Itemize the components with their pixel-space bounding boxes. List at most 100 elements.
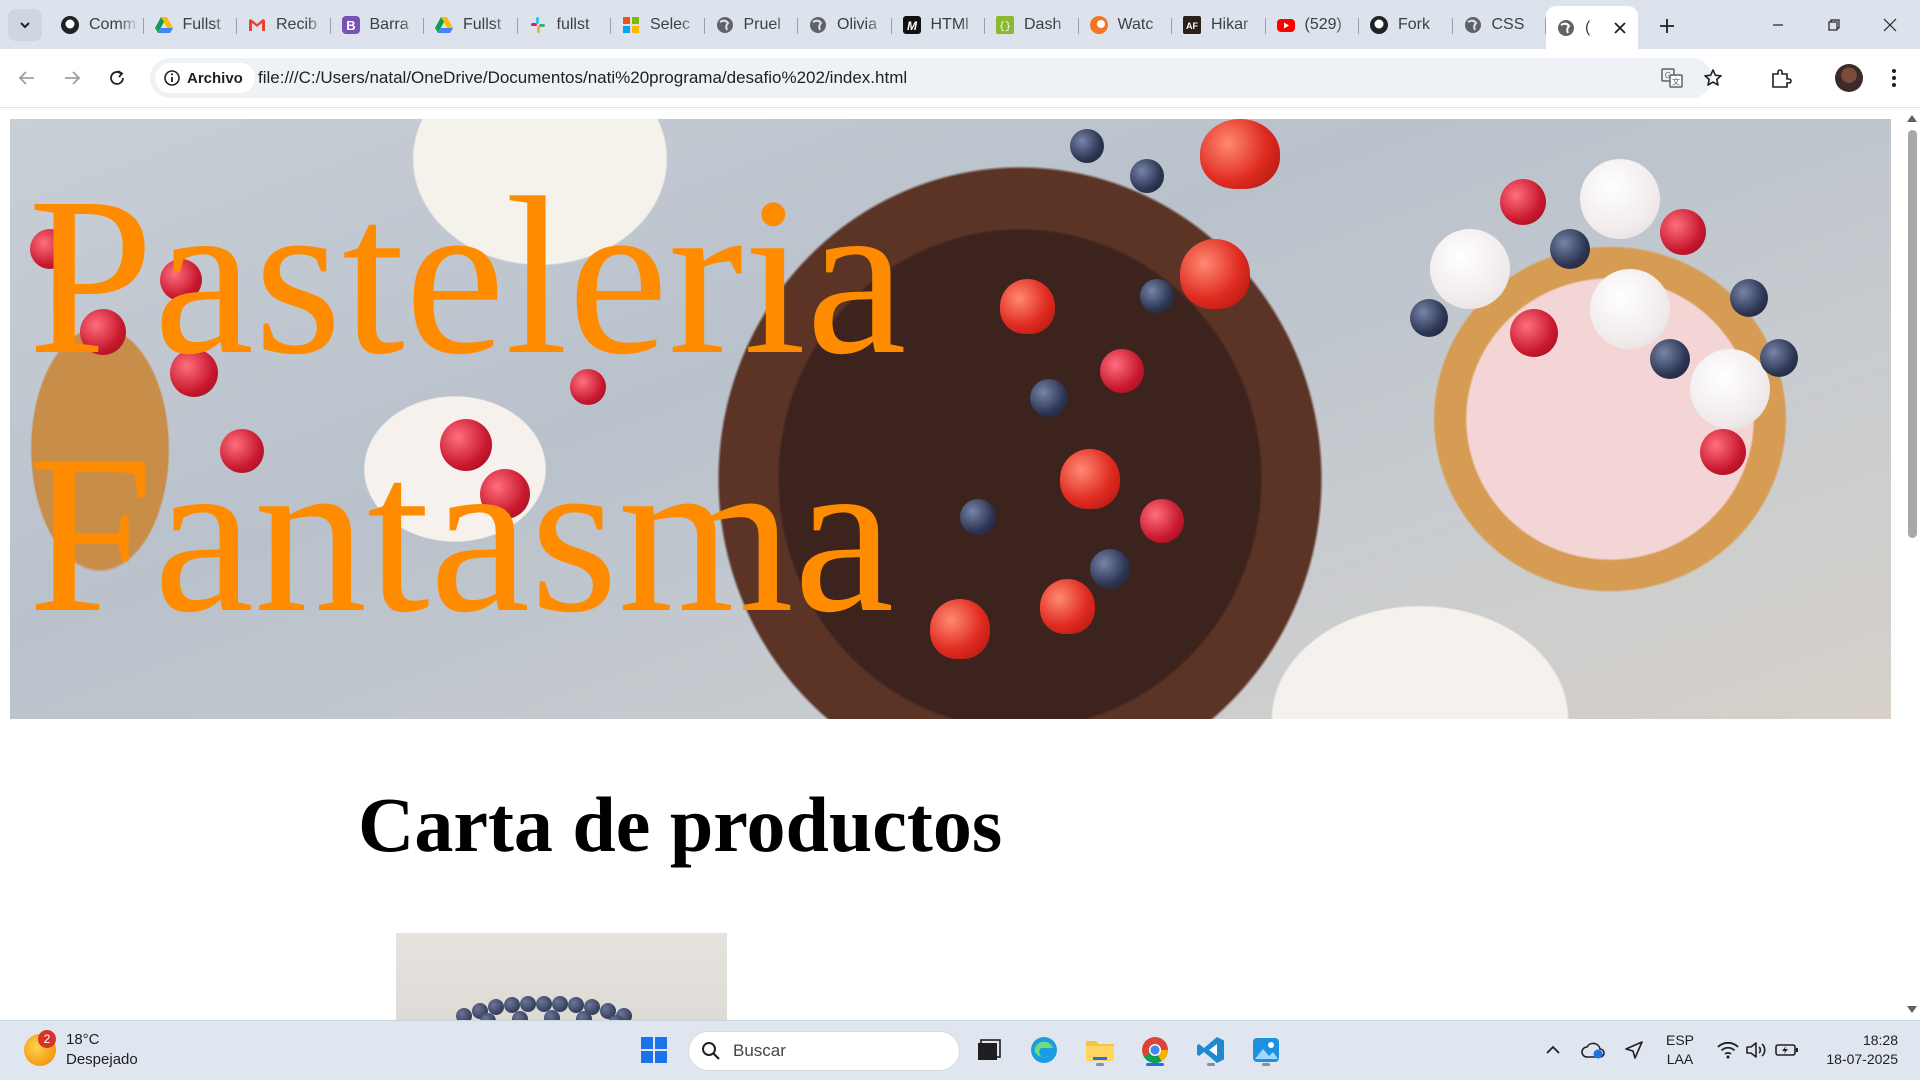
github-icon [1369,15,1389,35]
tab-title: Hikar [1211,16,1249,33]
crunchyroll-icon [1089,15,1109,35]
url-text[interactable]: file:///C:/Users/natal/OneDrive/Document… [258,68,907,88]
taskbar-app-photos[interactable] [1248,1032,1284,1068]
location-tray-button[interactable] [1622,1035,1646,1065]
tab-title: Watc [1117,16,1154,33]
svg-text:M: M [907,19,918,33]
bookmark-button[interactable] [1699,64,1727,92]
blueberry-decoration [1730,279,1768,317]
tab-16-active[interactable]: ( [1546,6,1638,49]
tab-0[interactable]: Comm [50,6,144,44]
cloud-icon [1581,1042,1605,1059]
close-tab-button[interactable] [1610,18,1630,38]
tab-15[interactable]: CSS [1453,6,1547,44]
reload-button[interactable] [101,62,133,94]
battery-tray-button[interactable] [1774,1035,1800,1065]
svg-text:文: 文 [1672,77,1680,87]
globe-icon [808,15,828,35]
show-hidden-icons-button[interactable] [1542,1035,1564,1065]
task-view-button[interactable] [971,1032,1007,1068]
raspberry-decoration [1140,499,1184,543]
minimize-button[interactable] [1750,0,1806,49]
extensions-button[interactable] [1765,62,1797,94]
tab-title: HTMl [930,16,969,33]
search-placeholder: Buscar [733,1041,786,1060]
translate-icon: G文 [1661,68,1683,88]
af-icon: AF [1182,15,1202,35]
onedrive-tray-button[interactable] [1580,1035,1606,1065]
hero-banner-image: Pasteleria Fantasma [10,119,1891,719]
active-indicator [1146,1063,1164,1066]
tab-2[interactable]: Recib [237,6,331,44]
weather-widget[interactable]: 2 18°C Despejado [24,1030,138,1070]
tab-title: Recib [276,16,317,33]
translate-button[interactable]: G文 [1658,64,1686,92]
tab-5[interactable]: fullst [518,6,612,44]
blueberry-decoration [1650,339,1690,379]
profile-avatar[interactable] [1835,64,1863,92]
tab-11[interactable]: Watc [1079,6,1173,44]
browser-menu-button[interactable] [1878,62,1910,94]
tab-12[interactable]: AF Hikar [1172,6,1266,44]
site-info-label: Archivo [187,69,243,87]
network-tray-button[interactable] [1716,1035,1740,1065]
meringue-decoration [1580,159,1660,239]
more-vertical-icon [1892,69,1896,87]
info-icon [163,69,181,87]
close-window-button[interactable] [1862,0,1918,49]
weather-badge: 2 [38,1030,56,1048]
tab-8[interactable]: Olivia [798,6,892,44]
tab-9[interactable]: M HTMl [892,6,986,44]
triangle-down-icon [1907,1006,1917,1013]
taskbar-app-vscode[interactable] [1193,1032,1229,1068]
json-icon: {} [995,15,1015,35]
forward-button[interactable] [56,62,88,94]
location-arrow-icon [1625,1041,1643,1059]
tab-10[interactable]: {} Dash [985,6,1079,44]
blueberry-decoration [1130,159,1164,193]
strawberry-decoration [1000,279,1055,334]
puzzle-icon [1772,69,1792,88]
taskbar-app-chrome[interactable] [1137,1032,1173,1068]
meringue-decoration [1590,269,1670,349]
tab-6[interactable]: Selec [611,6,705,44]
start-button[interactable] [636,1032,672,1068]
back-button[interactable] [11,62,43,94]
tab-7[interactable]: Pruel [705,6,799,44]
tab-3[interactable]: B Barra [331,6,425,44]
arrow-left-icon [18,71,34,85]
tab-title: Fullst [463,16,502,33]
scroll-up-button[interactable] [1907,113,1917,123]
tab-4[interactable]: Fullst [424,6,518,44]
volume-tray-button[interactable] [1744,1035,1768,1065]
restore-button[interactable] [1806,0,1862,49]
scroll-down-button[interactable] [1907,1005,1917,1015]
input-language-indicator[interactable]: ESP LAA [1666,1031,1694,1069]
tab-14[interactable]: Fork [1359,6,1453,44]
address-bar[interactable]: Archivo file:///C:/Users/natal/OneDrive/… [150,58,1722,98]
page-viewport: Pasteleria Fantasma Carta de productos [0,108,1904,1020]
tab-1[interactable]: Fullst [144,6,238,44]
strawberry-decoration [930,599,990,659]
close-icon [1883,18,1897,31]
page-scrollbar[interactable] [1904,108,1920,1020]
site-info-chip[interactable]: Archivo [155,63,255,93]
system-clock[interactable]: 18:28 18-07-2025 [1818,1031,1898,1069]
taskbar-app-edge[interactable] [1026,1032,1062,1068]
battery-charging-icon [1775,1044,1798,1056]
scroll-thumb[interactable] [1908,130,1917,538]
new-tab-button[interactable] [1653,12,1681,40]
tab-13[interactable]: (529) [1266,6,1360,44]
windows-taskbar: 2 18°C Despejado Buscar ESP LAA 18:28 18… [0,1020,1920,1080]
language-code: ESP [1666,1032,1695,1048]
tab-title: Selec [650,16,691,33]
tab-title: Olivia [837,16,878,33]
blueberry-decoration [1410,299,1448,337]
blueberry-decoration [1140,279,1174,313]
taskbar-search[interactable]: Buscar [688,1031,960,1071]
menu-title: Carta de productos [358,781,1003,868]
tab-search-button[interactable] [8,9,42,41]
edge-icon [1031,1037,1057,1063]
clock-time: 18:28 [1862,1032,1898,1048]
taskbar-app-file-explorer[interactable] [1082,1032,1118,1068]
